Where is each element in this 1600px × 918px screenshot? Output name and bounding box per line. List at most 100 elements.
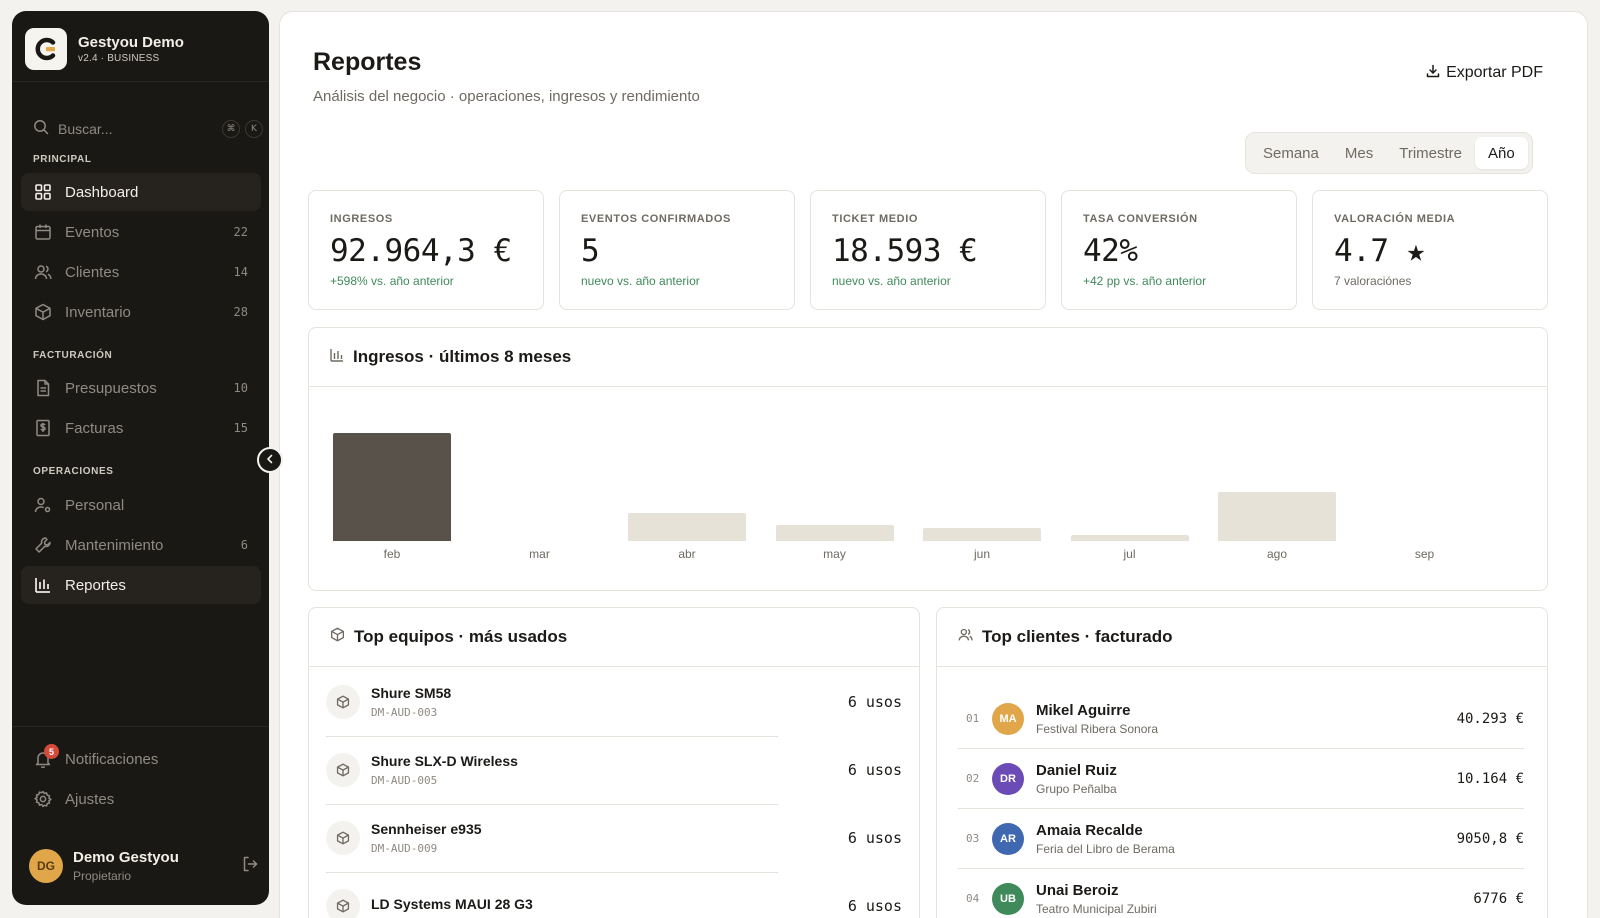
avatar: MA [992, 702, 1024, 735]
sidebar-item-reportes[interactable]: Reportes [21, 566, 261, 604]
bell-icon: 5 [34, 744, 59, 768]
period-trimestre[interactable]: Trimestre [1386, 137, 1475, 169]
export-pdf-label: Exportar PDF [1446, 64, 1543, 81]
divider [12, 81, 269, 82]
client-amount: 40.293 € [1456, 710, 1524, 727]
table-row[interactable]: 02 DR Daniel Ruiz Grupo Peñalba 10.164 € [958, 749, 1524, 809]
collapse-sidebar-button[interactable] [257, 447, 283, 473]
sidebar-item-label: Facturas [65, 419, 124, 437]
table-row[interactable]: 04 UB Unai Beroiz Teatro Municipal Zubir… [958, 869, 1524, 918]
client-rank: 03 [966, 832, 980, 845]
sidebar-item-eventos[interactable]: Eventos 22 [21, 213, 261, 251]
card-title: Top equipos · más usados [354, 627, 568, 646]
user-profile[interactable]: DG Demo Gestyou Propietario [29, 849, 259, 883]
wrench-icon [34, 536, 52, 554]
sidebar-item-label: Eventos [65, 223, 120, 241]
list-item[interactable]: Sennheiser e935 DM-AUD-009 6 usos [309, 804, 919, 872]
sidebar-item-clientes[interactable]: Clientes 14 [21, 253, 261, 291]
box-icon [326, 685, 360, 719]
avatar: UB [992, 882, 1024, 915]
equipment-code: DM-AUD-009 [371, 842, 438, 855]
list-item[interactable]: LD Systems MAUI 28 G3 6 usos [309, 872, 919, 918]
sidebar: Gestyou Demo v2.4 · BUSINESS Buscar... ⌘… [12, 11, 269, 905]
period-mes[interactable]: Mes [1332, 137, 1386, 169]
kpi-value: 92.964,3 € [330, 233, 512, 269]
main-panel: Reportes Análisis del negocio · operacio… [279, 11, 1588, 918]
download-icon [1426, 64, 1440, 83]
export-pdf-button[interactable]: Exportar PDF [1412, 56, 1557, 90]
equipment-name: LD Systems MAUI 28 G3 [371, 895, 533, 912]
client-name: Unai Beroiz [1036, 881, 1119, 899]
table-row[interactable]: 03 AR Amaia Recalde Feria del Libro de B… [958, 809, 1524, 869]
client-amount: 6776 € [1473, 890, 1524, 907]
search-input[interactable]: Buscar... ⌘ K [33, 114, 263, 144]
period-semana[interactable]: Semana [1250, 137, 1332, 169]
card-title: Top clientes · facturado [982, 627, 1173, 646]
client-rank: 01 [966, 712, 980, 725]
period-ano[interactable]: Año [1475, 137, 1528, 169]
bar-feb[interactable] [333, 433, 451, 541]
calendar-icon [34, 223, 52, 241]
list-item[interactable]: Shure SM58 DM-AUD-003 6 usos [309, 668, 919, 736]
list-item[interactable]: Shure SLX-D Wireless DM-AUD-005 6 usos [309, 736, 919, 804]
sidebar-item-facturas[interactable]: Facturas 15 [21, 409, 261, 447]
logout-icon[interactable] [241, 855, 259, 878]
client-rank: 02 [966, 772, 980, 785]
revenue-chart-card: Ingresos · últimos 8 meses feb mar abr may j… [308, 327, 1548, 591]
sidebar-item-label: Inventario [65, 303, 131, 321]
sidebar-item-label: Ajustes [65, 790, 115, 808]
bar-label-feb: feb [383, 547, 401, 561]
sidebar-item-presupuestos[interactable]: Presupuestos 10 [21, 369, 261, 407]
sidebar-item-notificaciones[interactable]: 5 Notificaciones [21, 740, 261, 778]
kpi-valoracion-media: VALORACIÓN MEDIA 4.7 ★ 7 valoraciónes [1312, 190, 1548, 310]
bar-ago[interactable] [1218, 492, 1336, 541]
kpi-value: 42% [1083, 233, 1138, 269]
brand[interactable]: Gestyou Demo v2.4 · BUSINESS [25, 28, 184, 70]
table-row[interactable]: 01 MA Mikel Aguirre Festival Ribera Sono… [958, 689, 1524, 749]
search-icon [33, 119, 49, 140]
users-icon [34, 263, 52, 281]
shortcut-k: K [245, 120, 263, 138]
equipment-code: DM-AUD-003 [371, 706, 438, 719]
kpi-ingresos: INGRESOS 92.964,3 € +598% vs. año anteri… [308, 190, 544, 310]
sidebar-item-dashboard[interactable]: Dashboard [21, 173, 261, 211]
kpi-label: TASA CONVERSIÓN [1083, 213, 1198, 225]
bar-chart-icon [330, 348, 344, 367]
sidebar-item-label: Clientes [65, 263, 120, 281]
sidebar-item-ajustes[interactable]: Ajustes [21, 780, 261, 818]
bar-abr[interactable] [628, 513, 746, 541]
grid-icon [34, 183, 52, 201]
avatar: DG [29, 849, 63, 883]
sidebar-item-label: Mantenimiento [65, 536, 164, 554]
sidebar-item-count: 14 [233, 265, 248, 279]
sidebar-item-mantenimiento[interactable]: Mantenimiento 6 [21, 526, 261, 564]
bar-may[interactable] [775, 525, 894, 541]
bar-jun[interactable] [923, 528, 1041, 541]
box-icon [326, 821, 360, 855]
sidebar-item-personal[interactable]: Personal [21, 486, 261, 524]
bar-label-sep: sep [1414, 547, 1435, 561]
kpi-delta: +42 pp vs. año anterior [1083, 274, 1207, 288]
box-icon [326, 753, 360, 787]
client-rank: 04 [966, 892, 980, 905]
sidebar-item-label: Dashboard [65, 183, 139, 201]
kpi-ticket-medio: TICKET MEDIO 18.593 € nuevo vs. año ante… [810, 190, 1046, 310]
user-name: Demo Gestyou [73, 849, 179, 866]
bar-jul[interactable] [1070, 535, 1189, 541]
client-amount: 10.164 € [1456, 770, 1524, 787]
kpi-delta: nuevo vs. año anterior [832, 274, 951, 288]
equipment-uses: 6 usos [847, 897, 902, 915]
kpi-label: TICKET MEDIO [832, 213, 919, 225]
sidebar-item-inventario[interactable]: Inventario 28 [21, 293, 261, 331]
sidebar-item-label: Reportes [65, 576, 126, 594]
kpi-delta: 7 valoraciónes [1334, 274, 1412, 288]
document-icon [34, 379, 52, 397]
equipment-name: Sennheiser e935 [371, 821, 482, 837]
client-company: Festival Ribera Sonora [1036, 721, 1159, 736]
gear-icon [34, 790, 52, 808]
sidebar-item-count: 6 [240, 538, 248, 552]
top-equipment-card: Top equipos · más usados Shure SM58 DM-A… [308, 607, 920, 918]
user-cog-icon [34, 496, 52, 514]
kpi-value: 4.7 ★ [1334, 233, 1425, 269]
brand-version: v2.4 · BUSINESS [78, 53, 160, 64]
